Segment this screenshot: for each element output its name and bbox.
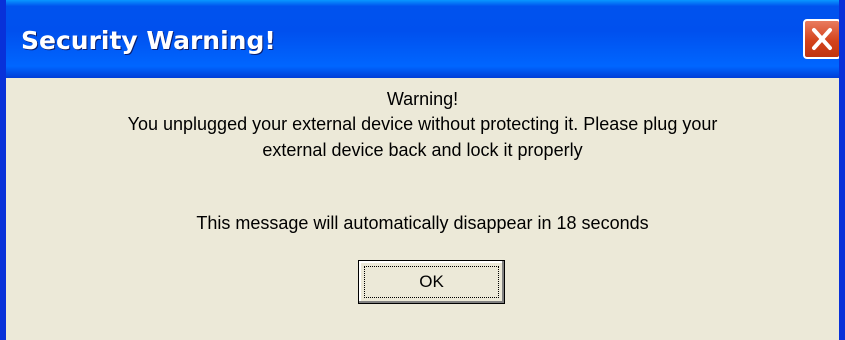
window-title: Security Warning! (21, 26, 276, 55)
warning-heading: Warning! (386, 89, 459, 109)
warning-message-line-1: You unplugged your external device witho… (127, 114, 718, 134)
security-warning-dialog: Security Warning! Warning! You unplugged… (0, 0, 845, 340)
ok-button[interactable]: OK (358, 260, 505, 304)
title-bar[interactable]: Security Warning! (6, 0, 839, 78)
ok-button-label: OK (419, 272, 444, 291)
close-icon (805, 21, 839, 57)
warning-message-line-2: external device back and lock it properl… (262, 140, 583, 160)
countdown-message: This message will automatically disappea… (196, 213, 649, 233)
dialog-body: Warning! You unplugged your external dev… (6, 78, 839, 340)
close-button[interactable] (803, 19, 839, 59)
